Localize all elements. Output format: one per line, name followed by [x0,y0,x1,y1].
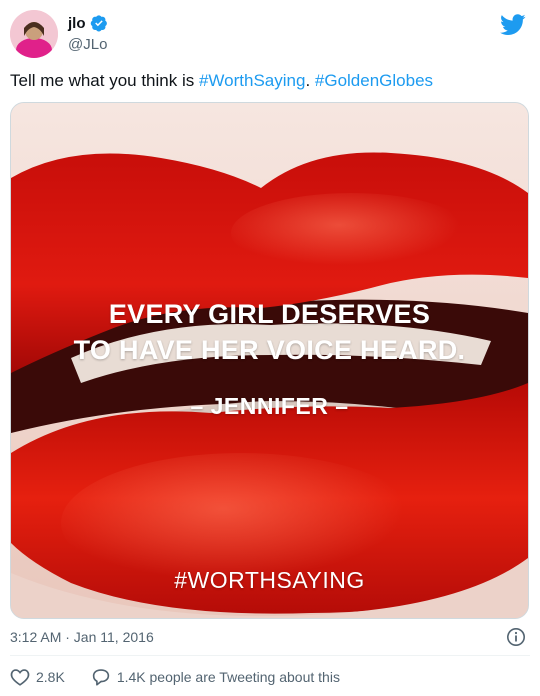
user-handle[interactable]: @JLo [68,36,107,53]
image-hashtag: #WORTHSAYING [174,567,365,593]
like-count: 2.8K [36,669,65,685]
like-button[interactable]: 2.8K [10,668,65,686]
speech-bubble-icon [91,668,111,686]
tweet-actions: 2.8K 1.4K people are Tweeting about this [10,666,366,688]
conversation-text: 1.4K people are Tweeting about this [116,669,340,685]
info-icon[interactable] [506,627,526,652]
divider [10,655,530,656]
verified-badge-icon [90,14,108,32]
avatar[interactable] [10,10,58,58]
tweet-image[interactable]: EVERY GIRL DESERVES TO HAVE HER VOICE HE… [10,102,529,619]
display-name[interactable]: jlo [68,15,86,32]
image-quote-line-1: EVERY GIRL DESERVES [108,299,431,329]
tweet-text-separator: . [305,71,315,90]
tweet-text-intro: Tell me what you think is [10,71,199,90]
hashtag-goldenglobes-link[interactable]: #GoldenGlobes [315,71,433,90]
conversation-link[interactable]: 1.4K people are Tweeting about this [91,668,340,686]
tweet-text: Tell me what you think is #WorthSaying. … [10,70,530,92]
twitter-bird-icon[interactable] [500,14,526,41]
image-quote-line-2: TO HAVE HER VOICE HEARD. [73,335,466,365]
image-quote-author: – JENNIFER – [190,393,349,419]
tweet-header: jlo @JLo [10,8,530,60]
hashtag-worthsaying-link[interactable]: #WorthSaying [199,71,305,90]
heart-icon [10,668,30,686]
tweet-meta: 3:12 AM · Jan 11, 2016 [10,627,530,647]
timestamp-link[interactable]: 3:12 AM · Jan 11, 2016 [10,629,154,645]
